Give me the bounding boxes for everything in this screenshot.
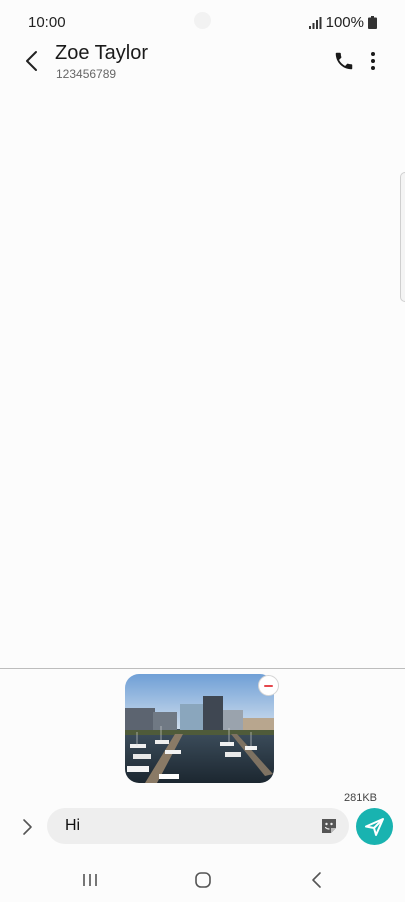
harbor-photo [125, 674, 274, 783]
front-camera [194, 12, 211, 29]
status-indicators: 100% [308, 14, 377, 31]
scroll-handle[interactable] [400, 172, 405, 302]
conversation-header: Zoe Taylor 123456789 [0, 40, 405, 88]
remove-attachment-icon[interactable] [258, 675, 279, 696]
attachment-size: 281KB [343, 792, 377, 804]
status-bar: 10:00 100% [0, 0, 405, 44]
sticker-icon[interactable] [319, 816, 339, 836]
signal-icon [308, 16, 322, 29]
expand-chevron-icon[interactable] [18, 815, 38, 839]
message-field[interactable] [47, 808, 349, 844]
back-icon[interactable] [308, 871, 326, 889]
battery-icon [368, 16, 377, 29]
status-time: 10:00 [28, 14, 66, 31]
contact-number: 123456789 [56, 67, 117, 81]
compose-divider [0, 668, 405, 669]
battery-percent: 100% [325, 14, 364, 31]
send-button[interactable] [356, 808, 393, 845]
more-options-icon[interactable] [364, 50, 382, 72]
message-input[interactable] [65, 808, 305, 844]
recents-icon[interactable] [80, 872, 100, 888]
send-icon [365, 818, 384, 836]
navigation-bar [0, 860, 405, 902]
phone-icon[interactable] [333, 50, 355, 72]
back-arrow-icon[interactable] [20, 48, 46, 74]
image-attachment[interactable] [125, 674, 274, 783]
contact-name[interactable]: Zoe Taylor [55, 42, 148, 65]
home-icon[interactable] [194, 871, 212, 889]
